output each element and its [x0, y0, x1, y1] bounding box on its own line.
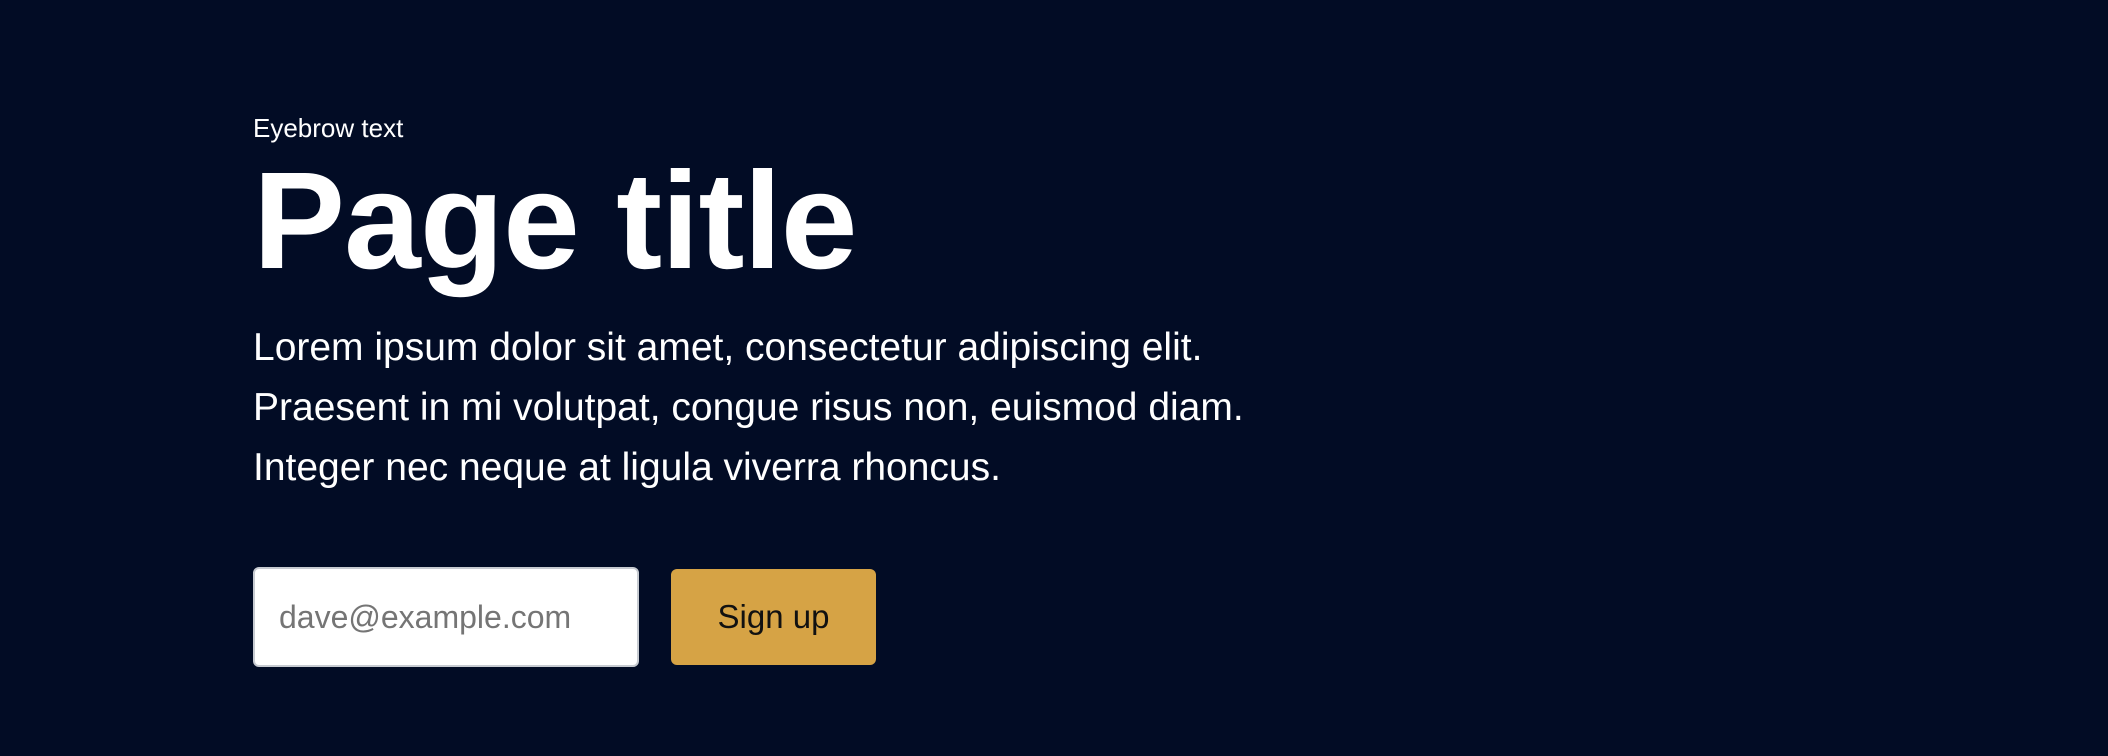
hero-description: Lorem ipsum dolor sit amet, consectetur … [253, 318, 1353, 498]
signup-form: Sign up [253, 567, 1353, 667]
hero-description-line: Praesent in mi volutpat, congue risus no… [253, 386, 1244, 429]
page-title: Page title [253, 144, 858, 298]
sign-up-button[interactable]: Sign up [671, 569, 876, 665]
hero-section: Eyebrow text Page title Lorem ipsum dolo… [253, 112, 1353, 667]
email-field[interactable] [253, 567, 639, 667]
hero-description-line: Lorem ipsum dolor sit amet, consectetur … [253, 326, 1203, 369]
hero-description-line: Integer nec neque at ligula viverra rhon… [253, 446, 1001, 489]
eyebrow-text: Eyebrow text [253, 113, 404, 143]
